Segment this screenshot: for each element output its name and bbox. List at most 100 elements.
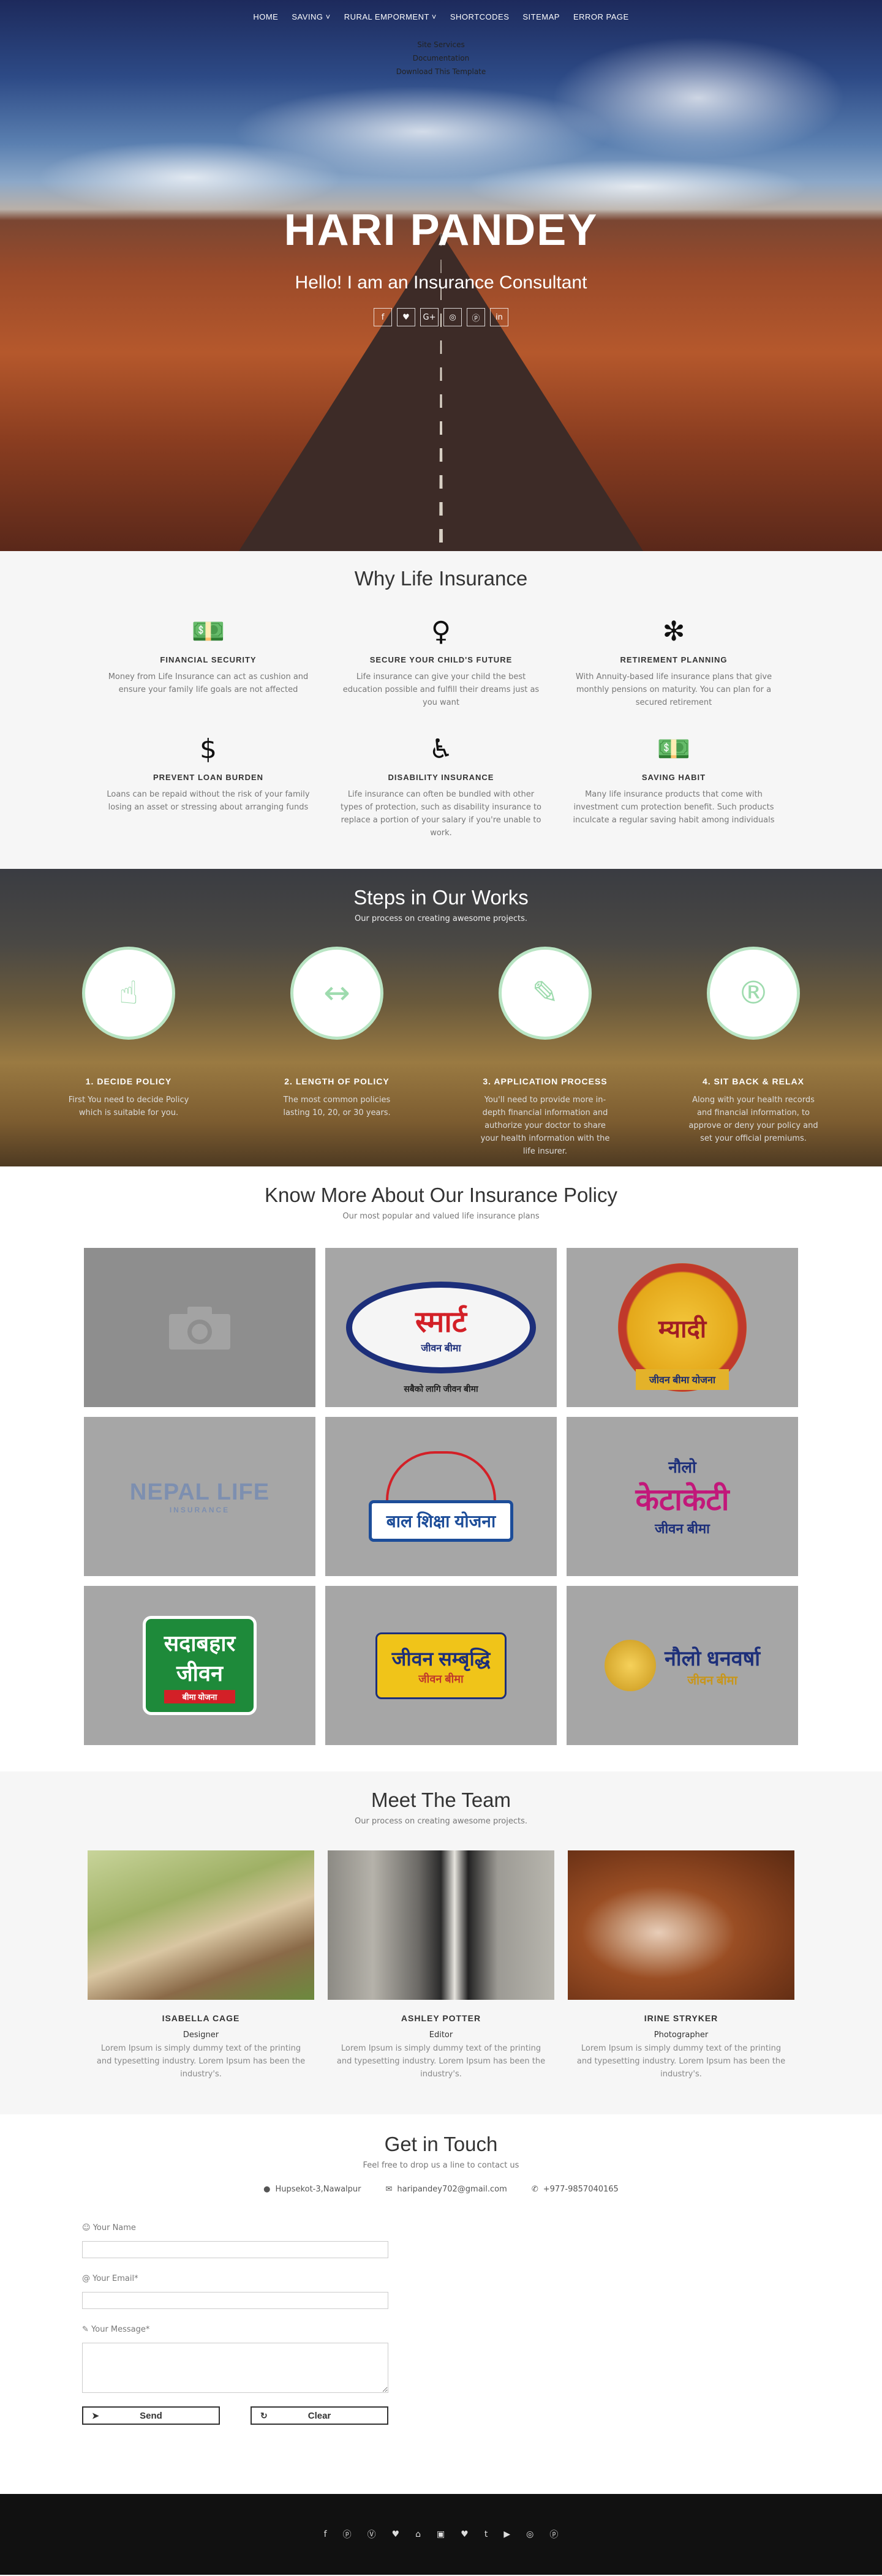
member-role: Editor bbox=[429, 2030, 453, 2040]
feature-item: ♿ DISABILITY INSURANCE Life insurance ca… bbox=[331, 732, 551, 839]
feature-text: Loans can be repaid without the risk of … bbox=[107, 790, 310, 812]
tile-subheading: जीवन बीमा bbox=[421, 1343, 461, 1354]
google-plus-icon[interactable]: G+ bbox=[420, 308, 439, 326]
nav-rural-emporment[interactable]: RURAL EMPORMENT ˅ bbox=[344, 12, 437, 21]
policy-tile-myadi[interactable]: म्यादी जीवन बीमा योजना bbox=[567, 1248, 798, 1407]
why-section: Why Life Insurance 💵 FINANCIAL SECURITY … bbox=[0, 551, 882, 869]
name-label-text: Your Name bbox=[92, 2223, 136, 2232]
submenu-documentation[interactable]: Documentation bbox=[0, 51, 882, 65]
feature-text: Life insurance can often be bundled with… bbox=[340, 790, 542, 838]
dribbble-icon[interactable]: ◎ bbox=[443, 308, 462, 326]
email-label-text: Your Email* bbox=[92, 2274, 138, 2283]
at-icon: @ bbox=[82, 2274, 93, 2283]
step-item: ✎ 3. APPLICATION PROCESS You'll need to … bbox=[478, 947, 612, 1158]
tumblr-icon[interactable]: t bbox=[484, 2529, 488, 2539]
user-icon: ☺ bbox=[82, 2223, 93, 2232]
tile-subheading: केटाकेटी bbox=[635, 1482, 729, 1517]
submenu-download[interactable]: Download This Template bbox=[0, 65, 882, 78]
dollar-icon: $ bbox=[200, 734, 217, 765]
feature-item: 💵 FINANCIAL SECURITY Money from Life Ins… bbox=[98, 615, 318, 709]
section-title: Why Life Insurance bbox=[354, 567, 528, 590]
team-member: ASHLEY POTTER Editor Lorem Ipsum is simp… bbox=[328, 1850, 554, 2081]
heart-icon[interactable]: ♥ bbox=[397, 308, 415, 326]
tile-heading: नौलो धनवर्षा bbox=[664, 1647, 761, 1670]
feature-title: SECURE YOUR CHILD'S FUTURE bbox=[369, 655, 513, 664]
message-field[interactable] bbox=[82, 2343, 388, 2393]
ketaketi-badge: नौलो केटाकेटी जीवन बीमा bbox=[635, 1455, 729, 1538]
pinterest-icon[interactable]: ⓟ bbox=[467, 308, 485, 326]
address-item: ● Hupsekot-3,Nawalpur bbox=[263, 2185, 361, 2194]
heart-icon[interactable]: ♥ bbox=[392, 2529, 400, 2539]
nav-saving[interactable]: SAVING ˅ bbox=[292, 12, 330, 21]
favorite-icon[interactable]: ♥ bbox=[461, 2529, 469, 2539]
hero-section: HOME SAVING ˅ RURAL EMPORMENT ˅ SHORTCOD… bbox=[0, 0, 882, 551]
policy-tile-sadabahar[interactable]: सदाबहार जीवन बीमा योजना bbox=[84, 1586, 315, 1745]
send-label: Send bbox=[140, 2410, 162, 2421]
facebook-icon[interactable]: f bbox=[374, 308, 392, 326]
hand-pointer-icon: ☝ bbox=[82, 947, 175, 1040]
youtube-icon[interactable]: ▶ bbox=[503, 2529, 510, 2539]
nav-error-page[interactable]: ERROR PAGE bbox=[573, 12, 629, 21]
phone-icon: ✆ bbox=[531, 2185, 538, 2194]
submenu-site-services[interactable]: Site Services bbox=[0, 38, 882, 51]
section-subtitle: Our process on creating awesome projects… bbox=[354, 914, 527, 923]
email-field[interactable] bbox=[82, 2292, 388, 2309]
arrows-horizontal-icon: ↔ bbox=[290, 947, 383, 1040]
email-text: haripandey702@gmail.com bbox=[397, 2185, 507, 2194]
step-title: 3. APPLICATION PROCESS bbox=[483, 1076, 608, 1086]
member-photo bbox=[88, 1850, 314, 2000]
clear-button[interactable]: ↻ Clear bbox=[251, 2406, 388, 2425]
member-name: ASHLEY POTTER bbox=[401, 2013, 481, 2023]
edit-icon: ✎ bbox=[82, 2325, 92, 2334]
wheelchair-icon: ♿ bbox=[429, 734, 453, 765]
team-member: IRINE STRYKER Photographer Lorem Ipsum i… bbox=[568, 1850, 794, 2081]
pinterest-icon[interactable]: ⓟ bbox=[343, 2528, 352, 2540]
feature-text: Life insurance can give your child the b… bbox=[342, 672, 540, 707]
money-icon: 💵 bbox=[191, 616, 225, 647]
nav-sitemap[interactable]: SITEMAP bbox=[522, 12, 560, 21]
phone-text: +977-9857040165 bbox=[543, 2185, 619, 2194]
member-bio: Lorem Ipsum is simply dummy text of the … bbox=[336, 2044, 546, 2079]
facebook-icon[interactable]: f bbox=[324, 2529, 327, 2539]
team-section: Meet The Team Our process on creating aw… bbox=[0, 1771, 882, 2114]
tile-subheading: INSURANCE bbox=[169, 1505, 230, 1514]
feature-title: FINANCIAL SECURITY bbox=[160, 655, 257, 664]
linkedin-icon[interactable]: in bbox=[490, 308, 508, 326]
pinterest-alt-icon[interactable]: ⓟ bbox=[549, 2528, 558, 2540]
nav-shortcodes[interactable]: SHORTCODES bbox=[450, 12, 510, 21]
policy-tile-naulo-ketaketi[interactable]: नौलो केटाकेटी जीवन बीमा bbox=[567, 1417, 798, 1576]
tile-heading: जीवन सम्बृद्धि bbox=[391, 1647, 491, 1670]
rss-icon[interactable]: ⌂ bbox=[415, 2529, 421, 2539]
phone-item[interactable]: ✆ +977-9857040165 bbox=[532, 2185, 619, 2194]
feature-item: 💵 SAVING HABIT Many life insurance produ… bbox=[564, 732, 784, 839]
policy-tile-samriddhi[interactable]: जीवन सम्बृद्धि जीवन बीमा bbox=[325, 1586, 557, 1745]
dribbble-icon[interactable]: ◎ bbox=[526, 2529, 533, 2539]
vine-icon[interactable]: Ⓥ bbox=[368, 2528, 376, 2540]
section-title: Steps in Our Works bbox=[353, 886, 529, 909]
policy-tile-nepal-life[interactable]: NEPAL LIFE INSURANCE bbox=[84, 1417, 315, 1576]
name-field[interactable] bbox=[82, 2241, 388, 2258]
instagram-icon[interactable]: ▣ bbox=[437, 2529, 445, 2539]
policy-tile-dhanbarsha[interactable]: नौलो धनवर्षा जीवन बीमा bbox=[567, 1586, 798, 1745]
contact-info: ● Hupsekot-3,Nawalpur ✉ haripandey702@gmai… bbox=[0, 2185, 882, 2194]
member-bio: Lorem Ipsum is simply dummy text of the … bbox=[96, 2044, 306, 2079]
member-name: ISABELLA CAGE bbox=[162, 2013, 240, 2023]
policy-tile-bal-shiksha[interactable]: बाल शिक्षा योजना bbox=[325, 1417, 557, 1576]
step-item: ↔ 2. LENGTH OF POLICY The most common po… bbox=[270, 947, 404, 1158]
nav-home[interactable]: HOME bbox=[253, 12, 278, 21]
envelope-icon: ✉ bbox=[385, 2185, 393, 2194]
edit-icon: ✎ bbox=[499, 947, 592, 1040]
team-member: ISABELLA CAGE Designer Lorem Ipsum is si… bbox=[88, 1850, 314, 2081]
bal-shiksha-badge: बाल शिक्षा योजना bbox=[368, 1451, 514, 1542]
samriddhi-badge: जीवन सम्बृद्धि जीवन बीमा bbox=[375, 1632, 507, 1699]
section-title: Get in Touch bbox=[384, 2133, 498, 2155]
feature-title: RETIREMENT PLANNING bbox=[620, 655, 728, 664]
policy-tile-placeholder[interactable] bbox=[84, 1248, 315, 1407]
member-bio: Lorem Ipsum is simply dummy text of the … bbox=[576, 2044, 786, 2079]
tile-subheading: जीवन bbox=[176, 1661, 224, 1686]
email-item[interactable]: ✉ haripandey702@gmail.com bbox=[386, 2185, 507, 2194]
send-button[interactable]: ➤ Send bbox=[82, 2406, 220, 2425]
feature-title: DISABILITY INSURANCE bbox=[388, 773, 494, 782]
feature-item: $ PREVENT LOAN BURDEN Loans can be repai… bbox=[98, 732, 318, 839]
policy-tile-smart[interactable]: स्मार्ट जीवन बीमा सबैको लागि जीवन बीमा bbox=[325, 1248, 557, 1407]
